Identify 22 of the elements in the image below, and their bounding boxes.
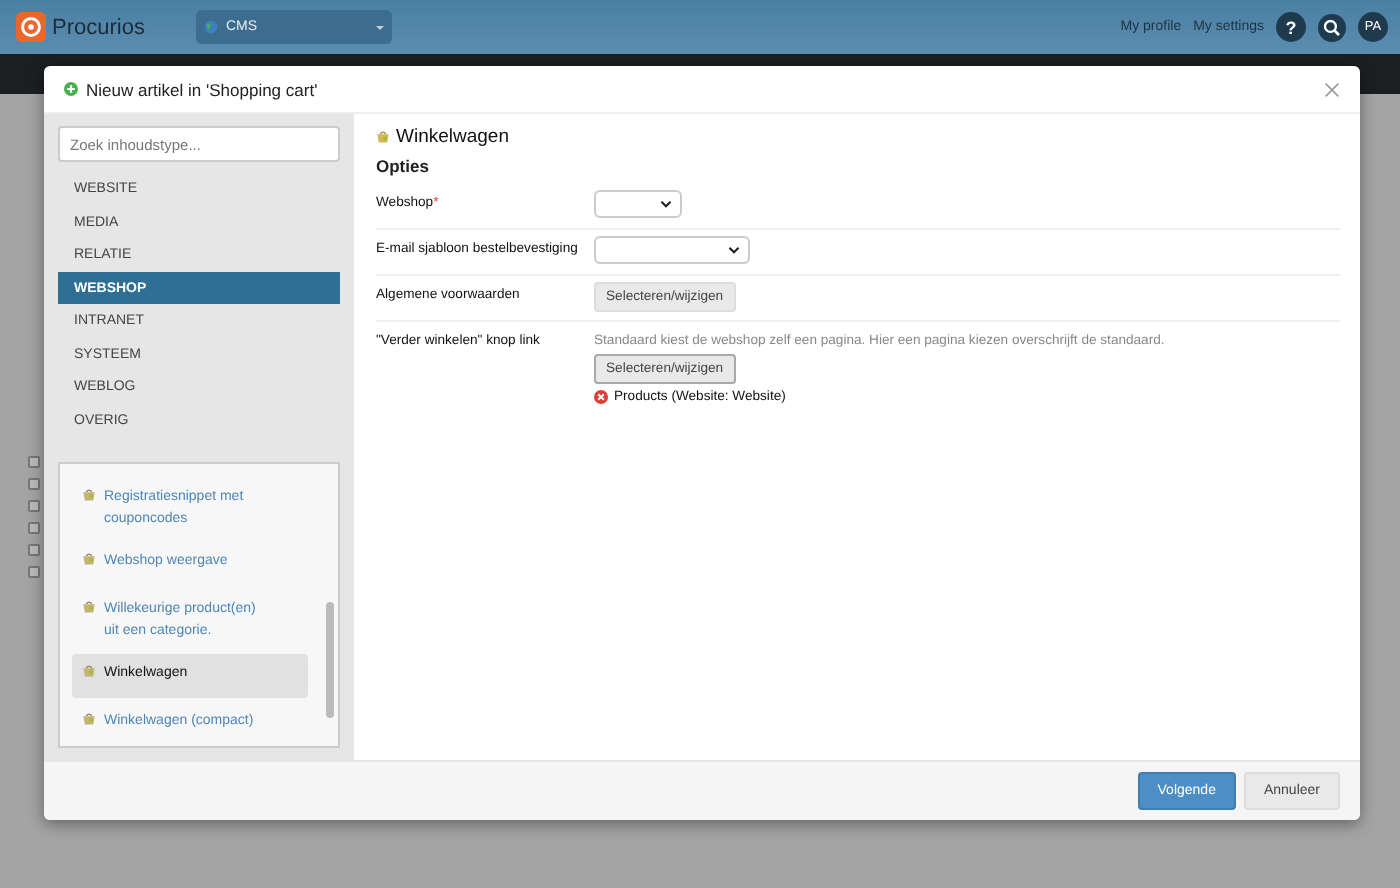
globe-icon xyxy=(204,20,218,34)
chevron-down-icon xyxy=(660,200,672,209)
dropdown-field[interactable] xyxy=(594,190,682,219)
remove-icon[interactable] xyxy=(594,390,608,405)
basket-icon xyxy=(82,600,96,615)
logo-icon xyxy=(16,12,46,42)
search-icon[interactable] xyxy=(1318,13,1346,41)
add-icon xyxy=(64,82,78,97)
basket-icon xyxy=(82,488,96,503)
basket-icon xyxy=(82,712,96,727)
close-icon[interactable] xyxy=(1324,81,1340,98)
chevron-down-icon xyxy=(728,246,740,255)
basket-icon xyxy=(82,664,96,679)
panel-title: Winkelwagen xyxy=(396,126,509,149)
dropdown-field[interactable] xyxy=(594,236,750,265)
scrollbar-thumb[interactable] xyxy=(326,602,334,719)
basket-icon xyxy=(82,552,96,567)
section-heading: Opties xyxy=(376,156,431,177)
help-button[interactable]: ? xyxy=(1276,12,1306,42)
cart-icon xyxy=(376,130,390,145)
app-logo-text: Procurios xyxy=(52,15,145,39)
dialog-title: Nieuw artikel in 'Shopping cart' xyxy=(86,79,318,100)
